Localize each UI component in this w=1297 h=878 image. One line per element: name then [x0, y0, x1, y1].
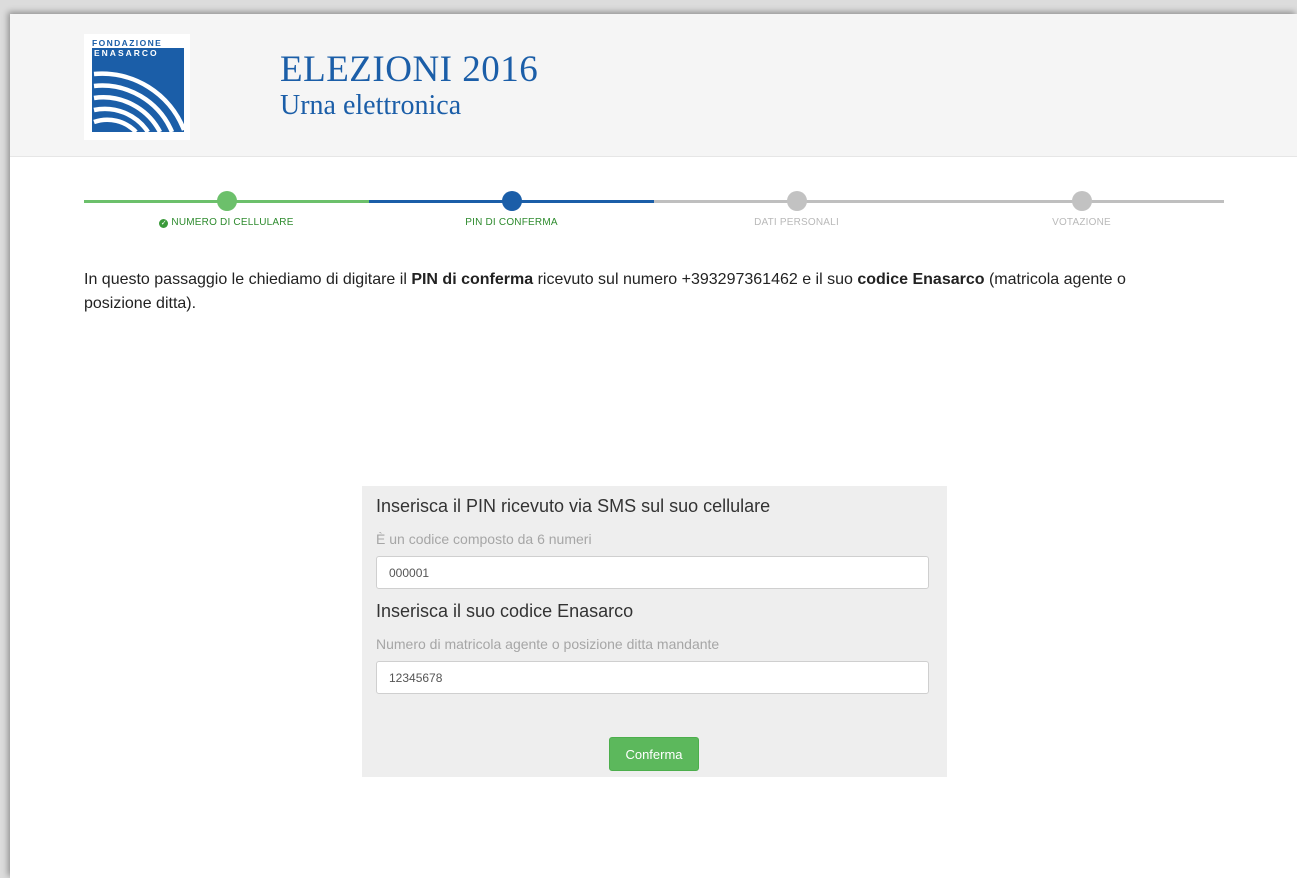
logo-text-top: FONDAZIONE: [92, 38, 162, 48]
step-dot: [1071, 191, 1092, 211]
header-titles: ELEZIONI 2016 Urna elettronica: [280, 50, 538, 122]
enasarco-code-input[interactable]: [376, 661, 929, 694]
pin-field-title: Inserisca il PIN ricevuto via SMS sul su…: [376, 496, 771, 516]
step-dot: [786, 191, 807, 211]
step-label: DATI PERSONALI: [754, 217, 839, 228]
step-numero-di-cellulare: ✓ NUMERO DI CELLULARE: [84, 190, 369, 228]
page-title: ELEZIONI 2016: [280, 49, 539, 90]
step-label: PIN DI CONFERMA: [465, 217, 558, 228]
step-dati-personali: DATI PERSONALI: [654, 190, 939, 228]
step-dot: [501, 191, 522, 211]
pin-form-panel: Inserisca il PIN ricevuto via SMS sul su…: [362, 486, 947, 777]
confirm-button[interactable]: Conferma: [609, 737, 699, 771]
pin-input[interactable]: [376, 556, 929, 589]
instructions-text: In questo passaggio le chiediamo di digi…: [84, 271, 1126, 312]
step-label: NUMERO DI CELLULARE: [171, 217, 294, 228]
browser-page: FONDAZIONE ENASARCO ELEZIONI 2016 Urna e…: [10, 14, 1297, 878]
step-pin-di-conferma: PIN DI CONFERMA: [369, 190, 654, 228]
logo-text-bottom: ENASARCO: [94, 48, 159, 58]
check-circle-icon: ✓: [159, 219, 169, 228]
code-field-hint: Numero di matricola agente o posizione d…: [376, 636, 720, 652]
step-votazione: VOTAZIONE: [939, 190, 1224, 228]
code-field-title: Inserisca il suo codice Enasarco: [376, 601, 634, 621]
pin-field-hint: È un codice composto da 6 numeri: [376, 531, 592, 547]
step-label: VOTAZIONE: [1052, 217, 1111, 228]
progress-stepper: ✓ NUMERO DI CELLULARE PIN DI CONFERMA DAT…: [84, 190, 1224, 230]
page-header: FONDAZIONE ENASARCO ELEZIONI 2016 Urna e…: [10, 14, 1297, 157]
step-dot: [216, 191, 237, 211]
page-subtitle: Urna elettronica: [280, 90, 462, 121]
enasarco-logo: FONDAZIONE ENASARCO: [84, 34, 190, 140]
